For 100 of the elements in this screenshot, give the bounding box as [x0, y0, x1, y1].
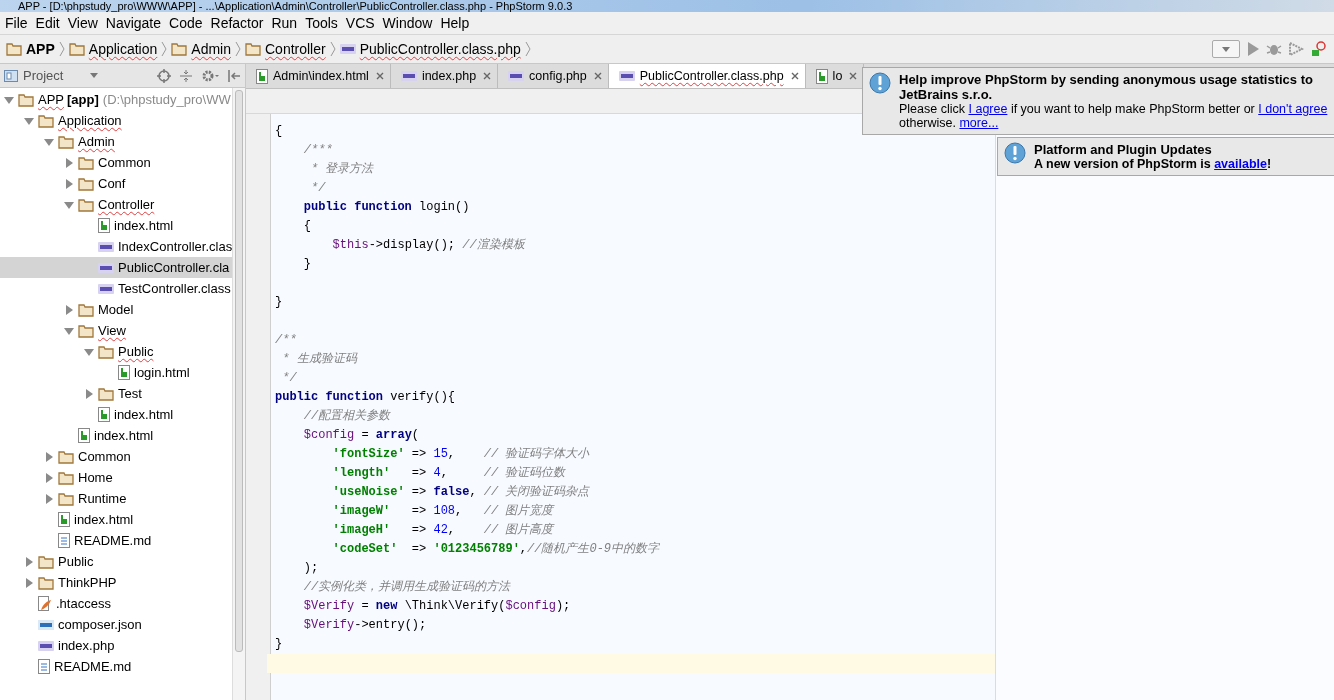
- chevron-icon: [329, 41, 336, 57]
- settings-icon[interactable]: [201, 68, 219, 83]
- code-line: /***: [302, 142, 333, 159]
- tree-item[interactable]: IndexController.clas: [118, 239, 232, 254]
- collapsed-arrow-icon[interactable]: [24, 556, 34, 567]
- tree-item[interactable]: TestController.class: [118, 281, 231, 296]
- locate-icon[interactable]: [157, 68, 171, 83]
- scrollbar[interactable]: [232, 88, 245, 700]
- collapsed-arrow-icon[interactable]: [44, 451, 54, 462]
- editor-tab[interactable]: PublicController.class.php: [608, 64, 806, 88]
- tree-item[interactable]: ThinkPHP: [58, 575, 117, 590]
- folder-icon: [38, 113, 54, 128]
- folder-icon: [18, 92, 34, 107]
- breadcrumb-item[interactable]: Controller: [265, 41, 326, 57]
- menu-item[interactable]: Code: [165, 15, 207, 31]
- php-file-icon: [98, 261, 114, 274]
- notification-link[interactable]: available: [1214, 157, 1267, 171]
- tree-item[interactable]: Admin: [78, 134, 115, 149]
- tree-item[interactable]: Home: [78, 470, 113, 485]
- tree-item[interactable]: composer.json: [58, 617, 142, 632]
- menu-item[interactable]: Run: [267, 15, 302, 31]
- run-icon[interactable]: [1246, 41, 1260, 57]
- code-line: $Verify = new \Think\Verify($config);: [302, 598, 571, 615]
- expanded-arrow-icon[interactable]: [44, 136, 54, 147]
- editor-tab[interactable]: index.php: [390, 64, 499, 88]
- close-icon[interactable]: [483, 72, 492, 80]
- menu-item[interactable]: Refactor: [206, 15, 268, 31]
- tree-item[interactable]: login.html: [134, 365, 190, 380]
- coverage-icon[interactable]: [1288, 41, 1304, 57]
- expanded-arrow-icon[interactable]: [24, 115, 34, 126]
- hide-panel-icon[interactable]: [227, 68, 241, 83]
- stop-plugin-icon[interactable]: [1310, 41, 1326, 57]
- code-line: */: [310, 180, 326, 197]
- tree-item[interactable]: PublicController.cla: [118, 260, 230, 275]
- caret-icon[interactable]: [90, 73, 99, 78]
- collapsed-arrow-icon[interactable]: [44, 472, 54, 483]
- tree-item[interactable]: APP: [38, 92, 64, 107]
- expanded-arrow-icon[interactable]: [64, 199, 74, 210]
- tree-item[interactable]: Common: [78, 449, 131, 464]
- chevron-icon: [161, 41, 168, 57]
- tree-item[interactable]: README.md: [54, 659, 132, 674]
- collapse-all-icon[interactable]: [179, 68, 193, 83]
- collapsed-arrow-icon[interactable]: [64, 304, 74, 315]
- editor-tab[interactable]: config.php: [498, 64, 609, 88]
- tree-item[interactable]: index.html: [94, 428, 154, 443]
- tree-item[interactable]: index.html: [114, 407, 174, 422]
- tree-item[interactable]: Public: [118, 344, 154, 359]
- tree-item[interactable]: View: [98, 323, 126, 338]
- menu-item[interactable]: File: [1, 15, 32, 31]
- menu-item[interactable]: Navigate: [101, 15, 166, 31]
- tree-item[interactable]: Conf: [98, 176, 126, 191]
- menu-item[interactable]: Tools: [301, 15, 342, 31]
- close-icon[interactable]: [849, 72, 858, 80]
- menu-item[interactable]: Edit: [31, 15, 64, 31]
- project-view-dropdown[interactable]: Project: [23, 68, 64, 83]
- breadcrumb-item[interactable]: APP: [26, 41, 55, 57]
- collapsed-arrow-icon[interactable]: [24, 577, 34, 588]
- expanded-arrow-icon[interactable]: [64, 325, 74, 336]
- menu-item[interactable]: Help: [436, 15, 474, 31]
- collapsed-arrow-icon[interactable]: [64, 157, 74, 168]
- tree-item[interactable]: Controller: [98, 197, 155, 212]
- tree-item[interactable]: Runtime: [78, 491, 127, 506]
- close-icon[interactable]: [790, 72, 799, 80]
- tree-item[interactable]: Application: [58, 113, 122, 128]
- run-config-dropdown[interactable]: [1212, 40, 1240, 58]
- tree-item[interactable]: index.html: [114, 218, 174, 233]
- collapsed-arrow-icon[interactable]: [84, 388, 94, 399]
- expanded-arrow-icon[interactable]: [4, 94, 14, 105]
- tree-item[interactable]: README.md: [74, 533, 152, 548]
- menu-item[interactable]: Window: [378, 15, 437, 31]
- chevron-icon: [524, 41, 531, 57]
- breadcrumb-item[interactable]: PublicController.class.php: [359, 41, 521, 57]
- menu-item[interactable]: VCS: [341, 15, 379, 31]
- editor-tab[interactable]: Admin\index.html: [246, 64, 391, 88]
- folder-icon: [78, 197, 94, 212]
- collapsed-arrow-icon[interactable]: [44, 493, 54, 504]
- tree-item[interactable]: Model: [98, 302, 134, 317]
- folder-icon: [78, 302, 94, 317]
- tree-item[interactable]: Common: [98, 155, 151, 170]
- feather-file-icon: [38, 596, 52, 611]
- notification-link[interactable]: I don't agree: [1258, 102, 1328, 116]
- tree-item[interactable]: Test: [118, 386, 142, 401]
- close-icon[interactable]: [375, 72, 384, 80]
- menu-item[interactable]: View: [63, 15, 102, 31]
- selected-row-highlight[interactable]: PublicController.cla: [0, 257, 232, 278]
- tree-item[interactable]: .htaccess: [56, 596, 111, 611]
- breadcrumb-item[interactable]: Admin: [191, 41, 231, 57]
- notification-link[interactable]: more...: [959, 116, 999, 130]
- collapsed-arrow-icon[interactable]: [64, 178, 74, 189]
- breadcrumb-item[interactable]: Application: [88, 41, 158, 57]
- tree-item[interactable]: Public: [58, 554, 94, 569]
- notification-link[interactable]: I agree: [968, 102, 1008, 116]
- project-view-icon: [4, 69, 18, 82]
- close-icon[interactable]: [593, 72, 602, 80]
- tree-item[interactable]: index.php: [58, 638, 115, 653]
- tree-item[interactable]: index.html: [74, 512, 134, 527]
- code-line: 'imageW' => 108, // 图片宽度: [331, 503, 554, 520]
- info-icon: [1004, 142, 1026, 164]
- expanded-arrow-icon[interactable]: [84, 346, 94, 357]
- notification-text: A new version of PhpStorm is available!: [1034, 157, 1272, 171]
